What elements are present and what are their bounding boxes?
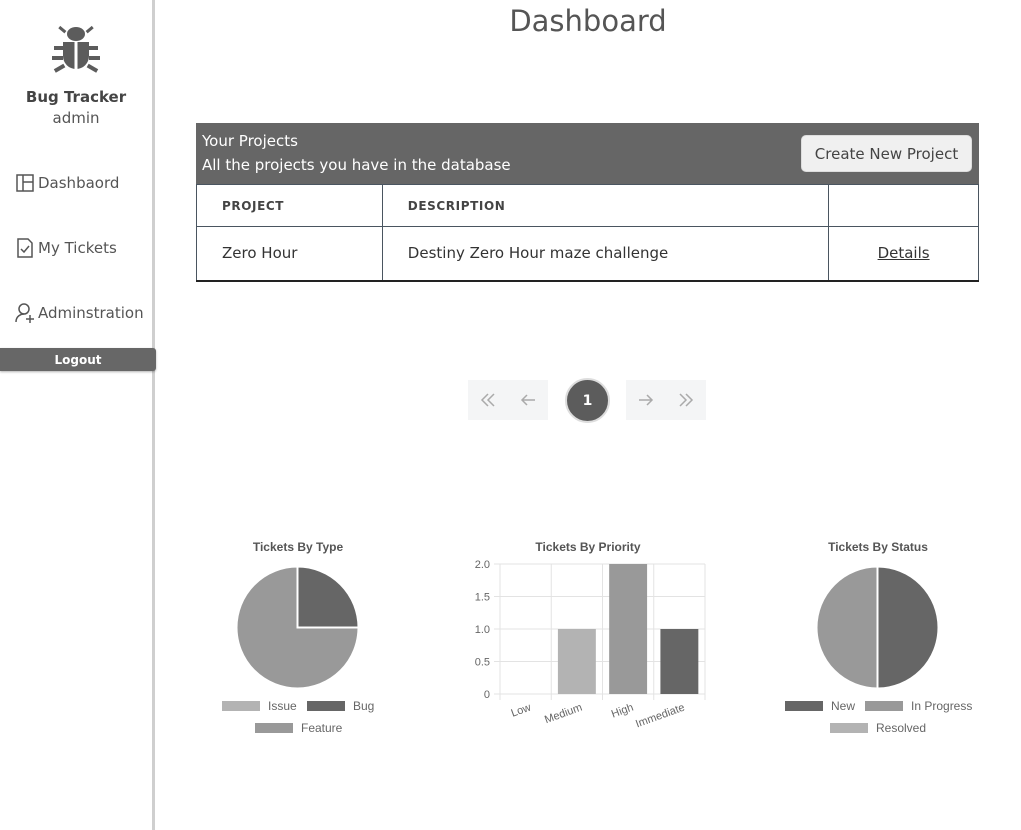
column-header: DESCRIPTION — [381, 184, 830, 227]
page-title: Dashboard — [509, 4, 667, 38]
tickets-by-priority-bar: 0 0.5 1.0 1.5 2.0 Low Medium HighImmediate — [475, 559, 706, 731]
legend-swatch — [865, 701, 903, 711]
nav-label: Adminstration — [38, 304, 144, 322]
legend-swatch — [307, 701, 345, 711]
bar-immediate — [660, 629, 699, 694]
x-tick-label: Medium — [543, 702, 584, 727]
projects-header: Your Projects All the projects you have … — [196, 123, 979, 184]
user-add-icon — [14, 302, 36, 324]
x-tick-label: Immediate — [634, 702, 686, 731]
table-row: Zero Hour Destiny Zero Hour maze challen… — [196, 226, 979, 282]
legend-label: New — [831, 699, 856, 713]
projects-card: Your Projects All the projects you have … — [196, 123, 979, 282]
nav-label: Dashbaord — [38, 174, 120, 192]
legend-label: Bug — [353, 699, 375, 713]
chart-title: Tickets By Type — [252, 540, 344, 554]
legend-item: In Progress — [865, 699, 972, 713]
pie-slice-new — [876, 565, 940, 690]
column-header — [828, 184, 979, 227]
details-link[interactable]: Details — [878, 244, 930, 262]
create-project-button[interactable]: Create New Project — [801, 135, 972, 172]
legend-item: Issue — [222, 699, 297, 713]
legend-swatch — [255, 723, 293, 733]
projects-subtitle: All the projects you have in the databas… — [202, 156, 511, 174]
x-tick-label: High — [610, 702, 635, 721]
logout-button[interactable]: Logout — [0, 348, 156, 371]
legend-label: In Progress — [911, 699, 973, 713]
arrow-left-icon — [520, 394, 535, 406]
tickets-by-status-pie — [815, 565, 940, 690]
y-tick-label: 2.0 — [475, 559, 490, 571]
legend-item: New — [785, 699, 855, 713]
y-tick-label: 0 — [484, 689, 490, 701]
legend-label: Resolved — [876, 721, 927, 735]
double-chevron-right-icon — [679, 393, 694, 407]
layout-icon — [14, 172, 36, 194]
bug-icon — [52, 25, 100, 73]
current-user: admin — [52, 109, 100, 127]
legend-swatch — [785, 701, 823, 711]
legend-item: Bug — [307, 699, 374, 713]
x-tick-label: Low — [510, 702, 533, 720]
ticket-check-icon — [14, 237, 36, 259]
sidebar: Bug Tracker admin Dashbaord My Tickets A… — [0, 0, 156, 830]
table-header-row: PROJECT DESCRIPTION — [196, 184, 979, 227]
projects-title: Your Projects — [202, 132, 298, 150]
double-chevron-left-icon — [480, 393, 495, 407]
legend-item: Feature — [255, 721, 342, 735]
legend-swatch — [830, 723, 868, 733]
first-page-button[interactable] — [468, 380, 508, 420]
y-tick-label: 1.5 — [475, 592, 490, 604]
y-tick-label: 0.5 — [475, 657, 490, 669]
legend-swatch — [222, 701, 260, 711]
details-cell: Details — [828, 226, 979, 282]
pie-slice-bug — [296, 565, 360, 629]
projects-table: PROJECT DESCRIPTION Zero Hour Destiny Ze… — [196, 184, 979, 282]
y-tick-label: 1.0 — [475, 624, 490, 636]
last-page-button[interactable] — [666, 380, 706, 420]
nav-label: My Tickets — [38, 239, 117, 257]
page-number-current[interactable]: 1 — [565, 378, 610, 423]
pie-slice-in-progress — [815, 565, 879, 690]
column-header: PROJECT — [196, 184, 383, 227]
project-name: Zero Hour — [196, 226, 383, 282]
nav-dashboard[interactable]: Dashbaord — [14, 170, 119, 196]
project-description: Destiny Zero Hour maze challenge — [381, 226, 830, 282]
legend-label: Issue — [268, 699, 297, 713]
arrow-right-icon — [639, 394, 654, 406]
prev-page-button[interactable] — [508, 380, 548, 420]
next-page-button[interactable] — [626, 380, 666, 420]
bar-medium — [557, 629, 596, 694]
app-name: Bug Tracker — [25, 88, 127, 106]
chart-title: Tickets By Priority — [535, 540, 641, 554]
tickets-by-type-pie — [235, 565, 360, 690]
nav-my-tickets[interactable]: My Tickets — [14, 235, 117, 261]
nav-administration[interactable]: Adminstration — [14, 300, 144, 326]
legend-label: Feature — [301, 721, 343, 735]
chart-title: Tickets By Status — [828, 540, 928, 554]
bar-high — [609, 564, 648, 694]
legend-item: Resolved — [830, 721, 926, 735]
